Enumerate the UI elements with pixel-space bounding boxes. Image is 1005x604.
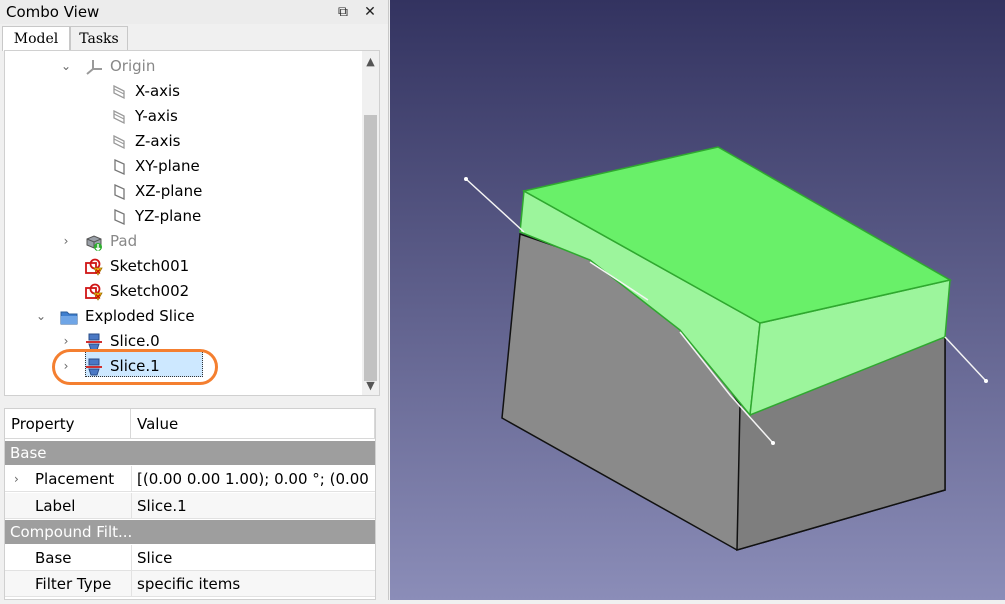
property-row-filter-type[interactable]: Filter Type specific items	[5, 571, 375, 597]
origin-axes-icon	[86, 60, 102, 75]
column-divider	[131, 466, 132, 492]
axis-icon	[113, 134, 125, 150]
tree-item-sketch002[interactable]: Sketch002	[5, 279, 360, 304]
orange-highlight-ring	[52, 349, 218, 385]
tree-item-label: Origin	[110, 57, 156, 75]
tree-item-label: Sketch001	[110, 257, 190, 275]
tree-item-exploded-slice[interactable]: ⌄ Exploded Slice	[5, 304, 360, 329]
property-column-header[interactable]: Property	[5, 409, 131, 439]
tree-item-y-axis[interactable]: Y-axis	[5, 104, 360, 129]
property-group-base[interactable]: Base	[5, 441, 375, 465]
folder-icon	[60, 311, 78, 325]
tree-item-label: YZ-plane	[135, 207, 202, 225]
value-column-header[interactable]: Value	[131, 409, 375, 439]
tree-item-label: Sketch002	[110, 282, 190, 300]
column-divider	[131, 545, 132, 571]
property-name: Base	[35, 549, 72, 567]
property-editor[interactable]: Property Value Base › Placement [(0.00 0…	[4, 408, 376, 600]
axis-icon	[113, 109, 125, 125]
property-value[interactable]: Slice.1	[137, 493, 373, 519]
tree-item-label: X-axis	[135, 82, 180, 100]
sketch-error-icon	[85, 258, 103, 276]
tree-item-label: XZ-plane	[135, 182, 203, 200]
tree-item-z-axis[interactable]: Z-axis	[5, 129, 360, 154]
expand-arrow-icon[interactable]: ›	[14, 466, 19, 492]
tree-item-pad[interactable]: › Pad	[5, 229, 360, 254]
cut-line-endpoint[interactable]	[771, 441, 775, 445]
property-name: Label	[35, 497, 76, 515]
pad-icon	[86, 235, 102, 251]
plane-icon	[114, 158, 125, 176]
column-divider	[131, 571, 132, 597]
combo-view-panel: Combo View ⧉ ✕ Model Tasks ⌄ Origin X-ax…	[0, 0, 389, 600]
column-divider	[131, 493, 132, 519]
panel-title: Combo View	[6, 3, 100, 21]
property-value[interactable]: specific items	[137, 571, 373, 597]
combo-view-tabs: Model Tasks	[0, 26, 388, 51]
cut-line-endpoint[interactable]	[984, 379, 988, 383]
scroll-up-arrow-icon[interactable]: ▲	[362, 53, 379, 71]
cut-line-endpoint[interactable]	[464, 177, 468, 181]
tree-item-label: XY-plane	[135, 157, 200, 175]
tree-item-label: Z-axis	[135, 132, 181, 150]
tab-tasks[interactable]: Tasks	[70, 26, 128, 50]
collapse-arrow-icon[interactable]: ⌄	[59, 54, 73, 79]
tree-item-label: Pad	[110, 232, 138, 250]
expand-arrow-icon[interactable]: ›	[59, 229, 73, 254]
tree-item-xy-plane[interactable]: XY-plane	[5, 154, 360, 179]
tree-item-sketch001[interactable]: Sketch001	[5, 254, 360, 279]
tree-item-label: Exploded Slice	[85, 307, 195, 325]
property-row-placement[interactable]: › Placement [(0.00 0.00 1.00); 0.00 °; (…	[5, 466, 375, 492]
close-panel-icon[interactable]: ✕	[359, 1, 381, 23]
float-panel-icon[interactable]: ⧉	[332, 1, 354, 23]
plane-icon	[114, 208, 125, 226]
slice-cut-line-end	[944, 336, 987, 382]
sketch-error-icon	[85, 283, 103, 301]
property-value[interactable]: [(0.00 0.00 1.00); 0.00 °; (0.00 m...	[137, 466, 373, 492]
property-value[interactable]: Slice	[137, 545, 373, 571]
scrollbar-thumb[interactable]	[364, 115, 377, 381]
property-row-base[interactable]: Base Slice	[5, 545, 375, 571]
tree-item-x-axis[interactable]: X-axis	[5, 79, 360, 104]
3d-model-canvas[interactable]	[390, 0, 1005, 600]
axis-icon	[113, 84, 125, 100]
tree-vertical-scrollbar[interactable]: ▲ ▼	[362, 51, 379, 395]
property-name: Filter Type	[35, 575, 112, 593]
model-tree[interactable]: ⌄ Origin X-axis Y-axis Z-axis XY-plane X…	[4, 50, 380, 396]
tree-item-yz-plane[interactable]: YZ-plane	[5, 204, 360, 229]
plane-icon	[114, 183, 125, 201]
tree-item-origin[interactable]: ⌄ Origin	[5, 54, 360, 79]
property-group-compound-filter[interactable]: Compound Filt...	[5, 520, 375, 544]
tab-model[interactable]: Model	[2, 26, 70, 51]
property-name: Placement	[35, 470, 115, 488]
tree-item-label: Y-axis	[135, 107, 178, 125]
tree-item-xz-plane[interactable]: XZ-plane	[5, 179, 360, 204]
collapse-arrow-icon[interactable]: ⌄	[34, 304, 48, 329]
3d-viewport[interactable]	[390, 0, 1005, 600]
combo-view-titlebar: Combo View ⧉ ✕	[0, 0, 388, 24]
property-row-label[interactable]: Label Slice.1	[5, 493, 375, 519]
scroll-down-arrow-icon[interactable]: ▼	[362, 377, 379, 395]
